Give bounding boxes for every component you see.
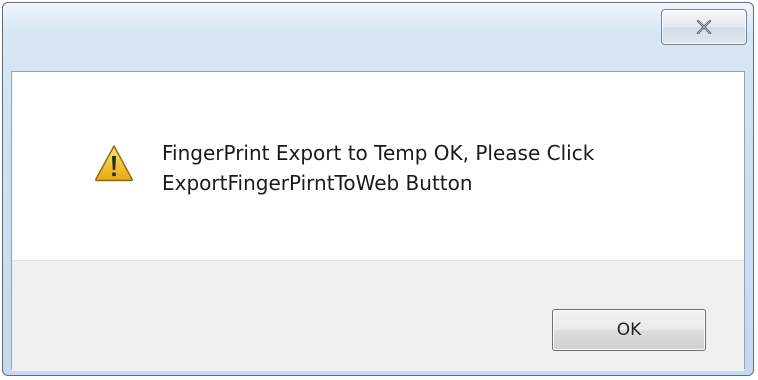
button-bar: OK: [12, 260, 744, 371]
ok-button[interactable]: OK: [552, 309, 706, 351]
title-bar[interactable]: [3, 3, 753, 71]
close-icon: [696, 20, 712, 34]
message-area: FingerPrint Export to Temp OK, Please Cl…: [12, 72, 744, 260]
message-dialog: FingerPrint Export to Temp OK, Please Cl…: [2, 2, 754, 376]
message-text: FingerPrint Export to Temp OK, Please Cl…: [162, 138, 722, 198]
close-button[interactable]: [661, 9, 747, 45]
message-line-2: ExportFingerPirntToWeb Button: [162, 171, 473, 195]
message-line-1: FingerPrint Export to Temp OK, Please Cl…: [162, 141, 595, 165]
dialog-client-area: FingerPrint Export to Temp OK, Please Cl…: [11, 71, 745, 371]
warning-icon: [94, 145, 134, 182]
